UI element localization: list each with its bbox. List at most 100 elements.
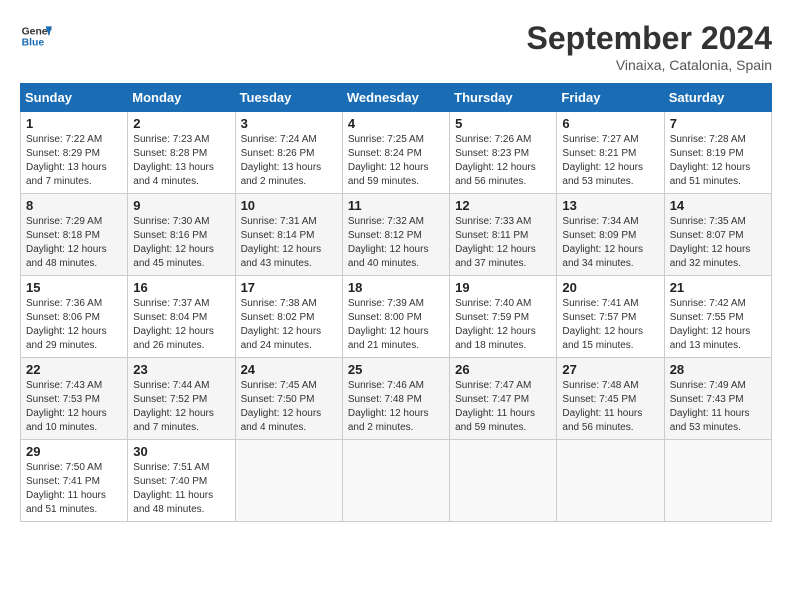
day-number: 24	[241, 362, 337, 377]
calendar-cell: 24 Sunrise: 7:45 AMSunset: 7:50 PMDaylig…	[235, 358, 342, 440]
col-tuesday: Tuesday	[235, 84, 342, 112]
day-info: Sunrise: 7:34 AMSunset: 8:09 PMDaylight:…	[562, 215, 658, 271]
calendar-cell: 13 Sunrise: 7:34 AMSunset: 8:09 PMDaylig…	[557, 194, 664, 276]
day-info: Sunrise: 7:49 AMSunset: 7:43 PMDaylight:…	[670, 379, 766, 435]
col-monday: Monday	[128, 84, 235, 112]
day-number: 3	[241, 116, 337, 131]
day-number: 2	[133, 116, 229, 131]
day-number: 18	[348, 280, 444, 295]
calendar-cell: 16 Sunrise: 7:37 AMSunset: 8:04 PMDaylig…	[128, 276, 235, 358]
day-info: Sunrise: 7:47 AMSunset: 7:47 PMDaylight:…	[455, 379, 551, 435]
calendar-table: Sunday Monday Tuesday Wednesday Thursday…	[20, 83, 772, 522]
calendar-cell: 17 Sunrise: 7:38 AMSunset: 8:02 PMDaylig…	[235, 276, 342, 358]
day-number: 19	[455, 280, 551, 295]
day-info: Sunrise: 7:42 AMSunset: 7:55 PMDaylight:…	[670, 297, 766, 353]
day-info: Sunrise: 7:28 AMSunset: 8:19 PMDaylight:…	[670, 133, 766, 189]
calendar-cell: 26 Sunrise: 7:47 AMSunset: 7:47 PMDaylig…	[450, 358, 557, 440]
day-info: Sunrise: 7:23 AMSunset: 8:28 PMDaylight:…	[133, 133, 229, 189]
day-info: Sunrise: 7:44 AMSunset: 7:52 PMDaylight:…	[133, 379, 229, 435]
day-number: 26	[455, 362, 551, 377]
day-number: 23	[133, 362, 229, 377]
calendar-cell	[557, 440, 664, 522]
calendar-cell: 11 Sunrise: 7:32 AMSunset: 8:12 PMDaylig…	[342, 194, 449, 276]
calendar-cell: 6 Sunrise: 7:27 AMSunset: 8:21 PMDayligh…	[557, 112, 664, 194]
day-info: Sunrise: 7:27 AMSunset: 8:21 PMDaylight:…	[562, 133, 658, 189]
calendar-cell	[342, 440, 449, 522]
day-info: Sunrise: 7:33 AMSunset: 8:11 PMDaylight:…	[455, 215, 551, 271]
day-info: Sunrise: 7:45 AMSunset: 7:50 PMDaylight:…	[241, 379, 337, 435]
col-thursday: Thursday	[450, 84, 557, 112]
day-number: 11	[348, 198, 444, 213]
day-number: 25	[348, 362, 444, 377]
day-number: 29	[26, 444, 122, 459]
day-info: Sunrise: 7:36 AMSunset: 8:06 PMDaylight:…	[26, 297, 122, 353]
page-header: General Blue September 2024 Vinaixa, Cat…	[20, 20, 772, 73]
day-info: Sunrise: 7:50 AMSunset: 7:41 PMDaylight:…	[26, 461, 122, 517]
day-info: Sunrise: 7:48 AMSunset: 7:45 PMDaylight:…	[562, 379, 658, 435]
calendar-cell: 5 Sunrise: 7:26 AMSunset: 8:23 PMDayligh…	[450, 112, 557, 194]
day-info: Sunrise: 7:38 AMSunset: 8:02 PMDaylight:…	[241, 297, 337, 353]
calendar-week-5: 29 Sunrise: 7:50 AMSunset: 7:41 PMDaylig…	[21, 440, 772, 522]
calendar-cell: 14 Sunrise: 7:35 AMSunset: 8:07 PMDaylig…	[664, 194, 771, 276]
day-number: 1	[26, 116, 122, 131]
day-info: Sunrise: 7:32 AMSunset: 8:12 PMDaylight:…	[348, 215, 444, 271]
day-info: Sunrise: 7:35 AMSunset: 8:07 PMDaylight:…	[670, 215, 766, 271]
calendar-cell: 29 Sunrise: 7:50 AMSunset: 7:41 PMDaylig…	[21, 440, 128, 522]
calendar-week-2: 8 Sunrise: 7:29 AMSunset: 8:18 PMDayligh…	[21, 194, 772, 276]
calendar-cell: 22 Sunrise: 7:43 AMSunset: 7:53 PMDaylig…	[21, 358, 128, 440]
day-number: 16	[133, 280, 229, 295]
calendar-week-1: 1 Sunrise: 7:22 AMSunset: 8:29 PMDayligh…	[21, 112, 772, 194]
calendar-cell: 28 Sunrise: 7:49 AMSunset: 7:43 PMDaylig…	[664, 358, 771, 440]
calendar-cell: 25 Sunrise: 7:46 AMSunset: 7:48 PMDaylig…	[342, 358, 449, 440]
title-block: September 2024 Vinaixa, Catalonia, Spain	[527, 20, 772, 73]
col-friday: Friday	[557, 84, 664, 112]
day-info: Sunrise: 7:29 AMSunset: 8:18 PMDaylight:…	[26, 215, 122, 271]
day-number: 17	[241, 280, 337, 295]
day-number: 8	[26, 198, 122, 213]
day-number: 22	[26, 362, 122, 377]
calendar-cell	[450, 440, 557, 522]
calendar-cell: 18 Sunrise: 7:39 AMSunset: 8:00 PMDaylig…	[342, 276, 449, 358]
day-number: 28	[670, 362, 766, 377]
day-number: 4	[348, 116, 444, 131]
day-info: Sunrise: 7:46 AMSunset: 7:48 PMDaylight:…	[348, 379, 444, 435]
day-number: 9	[133, 198, 229, 213]
calendar-cell	[235, 440, 342, 522]
logo: General Blue	[20, 20, 52, 52]
day-info: Sunrise: 7:24 AMSunset: 8:26 PMDaylight:…	[241, 133, 337, 189]
logo-icon: General Blue	[20, 20, 52, 52]
day-info: Sunrise: 7:40 AMSunset: 7:59 PMDaylight:…	[455, 297, 551, 353]
calendar-cell: 8 Sunrise: 7:29 AMSunset: 8:18 PMDayligh…	[21, 194, 128, 276]
day-number: 5	[455, 116, 551, 131]
calendar-cell: 1 Sunrise: 7:22 AMSunset: 8:29 PMDayligh…	[21, 112, 128, 194]
calendar-cell: 23 Sunrise: 7:44 AMSunset: 7:52 PMDaylig…	[128, 358, 235, 440]
calendar-cell: 21 Sunrise: 7:42 AMSunset: 7:55 PMDaylig…	[664, 276, 771, 358]
col-sunday: Sunday	[21, 84, 128, 112]
calendar-cell	[664, 440, 771, 522]
day-number: 14	[670, 198, 766, 213]
day-info: Sunrise: 7:51 AMSunset: 7:40 PMDaylight:…	[133, 461, 229, 517]
day-info: Sunrise: 7:41 AMSunset: 7:57 PMDaylight:…	[562, 297, 658, 353]
calendar-cell: 12 Sunrise: 7:33 AMSunset: 8:11 PMDaylig…	[450, 194, 557, 276]
calendar-cell: 15 Sunrise: 7:36 AMSunset: 8:06 PMDaylig…	[21, 276, 128, 358]
calendar-cell: 3 Sunrise: 7:24 AMSunset: 8:26 PMDayligh…	[235, 112, 342, 194]
day-number: 12	[455, 198, 551, 213]
calendar-week-4: 22 Sunrise: 7:43 AMSunset: 7:53 PMDaylig…	[21, 358, 772, 440]
calendar-cell: 9 Sunrise: 7:30 AMSunset: 8:16 PMDayligh…	[128, 194, 235, 276]
day-info: Sunrise: 7:37 AMSunset: 8:04 PMDaylight:…	[133, 297, 229, 353]
calendar-body: 1 Sunrise: 7:22 AMSunset: 8:29 PMDayligh…	[21, 112, 772, 522]
calendar-week-3: 15 Sunrise: 7:36 AMSunset: 8:06 PMDaylig…	[21, 276, 772, 358]
col-saturday: Saturday	[664, 84, 771, 112]
col-wednesday: Wednesday	[342, 84, 449, 112]
day-number: 27	[562, 362, 658, 377]
day-info: Sunrise: 7:25 AMSunset: 8:24 PMDaylight:…	[348, 133, 444, 189]
calendar-cell: 30 Sunrise: 7:51 AMSunset: 7:40 PMDaylig…	[128, 440, 235, 522]
day-info: Sunrise: 7:31 AMSunset: 8:14 PMDaylight:…	[241, 215, 337, 271]
location-subtitle: Vinaixa, Catalonia, Spain	[527, 57, 772, 73]
calendar-cell: 20 Sunrise: 7:41 AMSunset: 7:57 PMDaylig…	[557, 276, 664, 358]
day-number: 6	[562, 116, 658, 131]
month-title: September 2024	[527, 20, 772, 57]
calendar-cell: 2 Sunrise: 7:23 AMSunset: 8:28 PMDayligh…	[128, 112, 235, 194]
day-number: 21	[670, 280, 766, 295]
calendar-cell: 10 Sunrise: 7:31 AMSunset: 8:14 PMDaylig…	[235, 194, 342, 276]
